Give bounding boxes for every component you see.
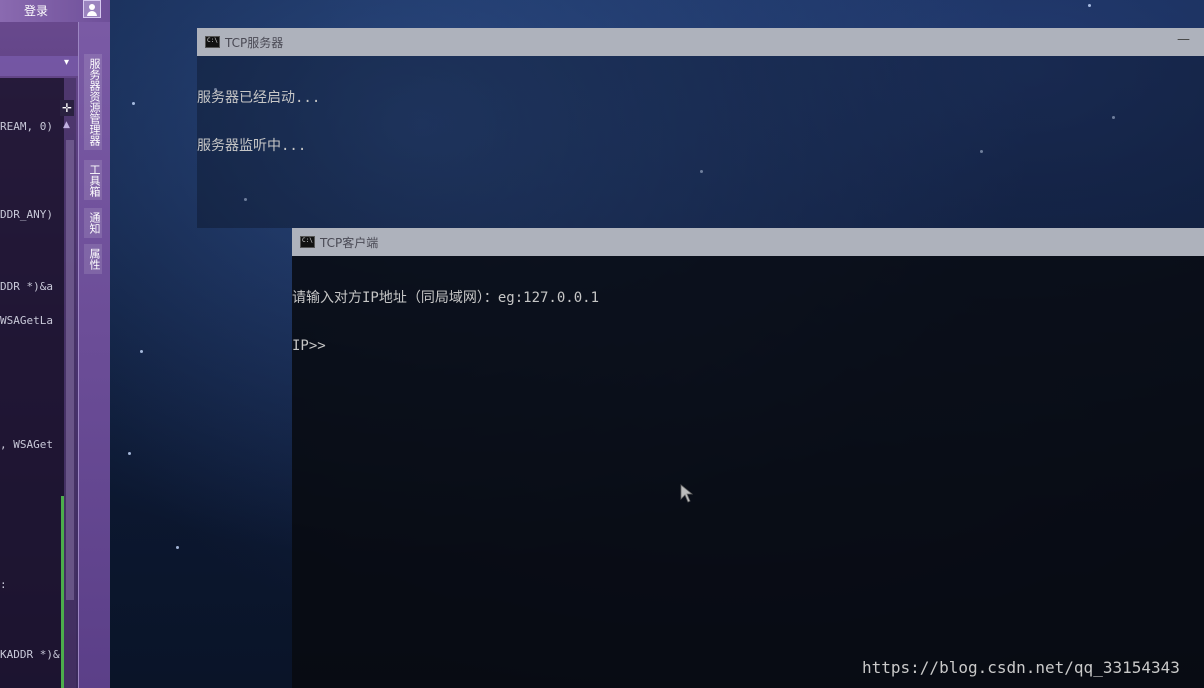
code-line: KADDR *)& <box>0 648 60 661</box>
client-console-window[interactable]: TCP客户端 请输入对方IP地址（同局域网）：eg:127.0.0.1 IP>> <box>292 228 1204 688</box>
server-title-bar[interactable]: TCP服务器 — <box>197 28 1204 56</box>
mouse-cursor-icon <box>680 484 694 503</box>
code-line: DDR_ANY) <box>0 208 53 221</box>
watermark-text: https://blog.csdn.net/qq_33154343 <box>862 658 1180 677</box>
split-editor-icon[interactable]: ✛ <box>60 100 74 116</box>
login-button[interactable]: 登录 <box>24 2 48 19</box>
code-line: , WSAGet <box>0 438 53 451</box>
minimize-button[interactable]: — <box>1177 32 1190 47</box>
console-line: 服务器已经启动... <box>197 90 321 106</box>
tab-notifications[interactable]: 通知 <box>84 208 102 238</box>
code-line: REAM, 0) <box>0 120 53 133</box>
user-icon[interactable] <box>83 0 101 18</box>
server-console-window[interactable]: TCP服务器 — 服务器已经启动... 服务器监听中... <box>197 28 1204 228</box>
code-editor[interactable]: REAM, 0) DDR_ANY) DDR *)&a WSAGetLa , WSAGet… <box>0 78 64 688</box>
scroll-up-icon[interactable]: ▲ <box>63 120 70 130</box>
server-console-output: 服务器已经启动... 服务器监听中... <box>197 58 1204 228</box>
tab-toolbox[interactable]: 工具箱 <box>84 160 102 200</box>
client-window-title: TCP客户端 <box>320 236 379 250</box>
console-icon <box>205 36 220 48</box>
console-icon <box>300 236 315 248</box>
client-title-bar[interactable]: TCP客户端 <box>292 228 1204 256</box>
chevron-down-icon[interactable]: ▾ <box>64 57 69 68</box>
tab-properties[interactable]: 属性 <box>84 244 102 274</box>
console-line: 服务器监听中... <box>197 138 307 154</box>
ide-panel: 登录 ▾ REAM, 0) DDR_ANY) DDR *)&a WSAGetLa , W… <box>0 0 110 688</box>
console-prompt[interactable]: IP>> <box>292 338 1204 354</box>
code-line: DDR *)&a <box>0 280 53 293</box>
scrollbar-thumb[interactable] <box>66 140 74 600</box>
tab-server-explorer[interactable]: 服务器资源管理器 <box>84 54 102 150</box>
change-indicator <box>61 496 64 688</box>
client-console-output[interactable]: 请输入对方IP地址（同局域网）：eg:127.0.0.1 IP>> <box>292 258 1204 688</box>
server-window-title: TCP服务器 <box>225 36 284 50</box>
code-line: : <box>0 578 7 591</box>
code-line: WSAGetLa <box>0 314 53 327</box>
console-line: 请输入对方IP地址（同局域网）：eg:127.0.0.1 <box>292 290 600 306</box>
